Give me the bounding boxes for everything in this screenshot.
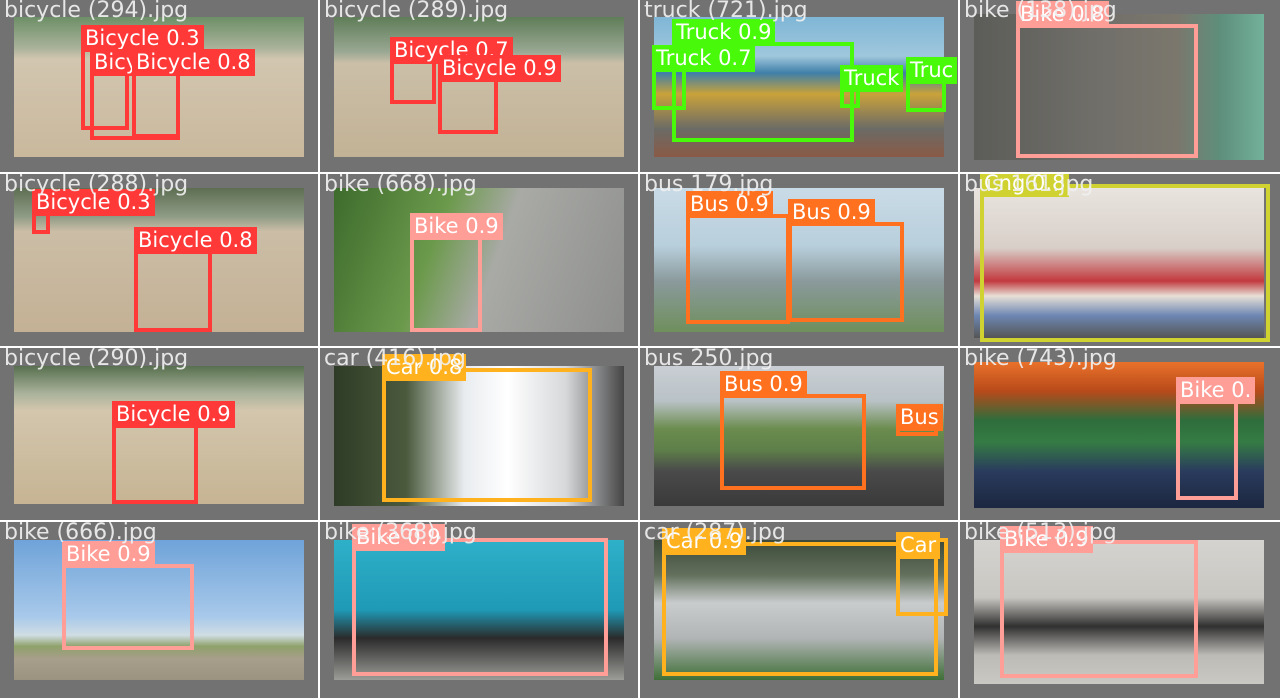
detection-box: Bike 0.9 (1000, 526, 1198, 678)
detection-box: Truck 0.7 (652, 45, 756, 110)
detection-box: Bus (896, 404, 943, 436)
detection-label: Truck 0.9 (672, 19, 776, 46)
tile: bike (513).jpg Bike 0.9 (960, 522, 1280, 698)
detection-label: Bicycle 0.8 (134, 227, 257, 254)
detection-label: Bike 0.9 (1000, 526, 1093, 553)
detection-box: Truc (906, 57, 958, 112)
tile: bicycle (294).jpg Bicycle 0.3 Bicycle 0.… (0, 0, 318, 172)
detection-box: Car (896, 532, 948, 616)
detection-label: Bicycle 0.9 (112, 401, 235, 428)
detection-label: Bicycle 0.3 (32, 189, 155, 216)
tile: bus 179.jpg Bus 0.9 Bus 0.9 (640, 174, 958, 346)
detection-box: Bicycle 0.3 (32, 189, 155, 234)
detection-label: Bike 0. (1176, 377, 1256, 404)
detection-box: Car 0.8 (382, 354, 592, 502)
detection-label: Bike 0.9 (410, 213, 503, 240)
detection-label: Car (896, 532, 941, 559)
detection-label: Bus 0.9 (788, 199, 875, 226)
detection-box: Bike 0.9 (410, 213, 503, 332)
detection-box: Bicycle 0.9 (438, 55, 561, 134)
detection-label: Cng 0.8 (980, 174, 1070, 197)
detection-label: Bike 0.9 (62, 541, 155, 568)
detection-label: Bicycle 0.9 (438, 55, 561, 82)
detection-label: Bicycle 0.8 (132, 49, 255, 76)
tile: bicycle (289).jpg Bicycle 0.7 Bicycle 0.… (320, 0, 638, 172)
detection-box: Bike 0.9 (62, 541, 194, 650)
detection-box: Bicycle 0.8 (134, 227, 257, 332)
detection-label: Bike 0.8 (1016, 1, 1109, 28)
tile: car (416).jpg Car 0.8 (320, 348, 638, 520)
tile: bicycle (288).jpg Bicycle 0.3 Bicycle 0.… (0, 174, 318, 346)
detection-box: Bicycle 0.7 (390, 37, 513, 104)
detection-box: Bike 0.8 (1016, 1, 1198, 158)
tile: bike (138).jpg Bike 0.8 (960, 0, 1280, 172)
detection-label: Bus 0.9 (686, 191, 773, 218)
detection-label: Truck (840, 65, 904, 92)
tile: bike (743).jpg Bike 0. (960, 348, 1280, 520)
detection-box: Bike 0.9 (352, 524, 608, 676)
detection-label: Car 0.9 (662, 528, 747, 555)
tile: truck (721).jpg Truck 0.9 Truck 0.7 Truc… (640, 0, 958, 172)
detection-box: Cng 0.8 (980, 174, 1270, 342)
prediction-grid: bicycle (294).jpg Bicycle 0.3 Bicycle 0.… (0, 0, 1280, 698)
detection-box: Bus 0.9 (720, 371, 866, 490)
detection-box: Bus 0.9 (788, 199, 904, 322)
tile: bike (668).jpg Bike 0.9 (320, 174, 638, 346)
detection-label: Car 0.8 (382, 354, 467, 381)
detection-box: Bicycle 0.9 (112, 401, 235, 504)
tile: bike (666).jpg Bike 0.9 (0, 522, 318, 698)
detection-box: Bicycle 0.8 (132, 49, 255, 138)
detection-box: Bike 0. (1176, 377, 1256, 500)
detection-label: Bike 0.9 (352, 524, 445, 551)
detection-box: Bus 0.9 (686, 191, 790, 324)
detection-label: Truc (906, 57, 958, 84)
tile: bus 161.jpg Cng 0.8 (960, 174, 1280, 346)
tile: bicycle (290).jpg Bicycle 0.9 (0, 348, 318, 520)
tile: bus 250.jpg Bus 0.9 Bus (640, 348, 958, 520)
tile: car (287).jpg Car 0.9 Car (640, 522, 958, 698)
detection-label: Bicycle 0.3 (81, 25, 204, 52)
tile: bike (368).jpg Bike 0.9 (320, 522, 638, 698)
detection-label: Bus 0.9 (720, 371, 807, 398)
detection-box: Truck (840, 65, 904, 108)
detection-label: Bus (896, 404, 943, 431)
detection-label: Truck 0.7 (652, 45, 756, 72)
